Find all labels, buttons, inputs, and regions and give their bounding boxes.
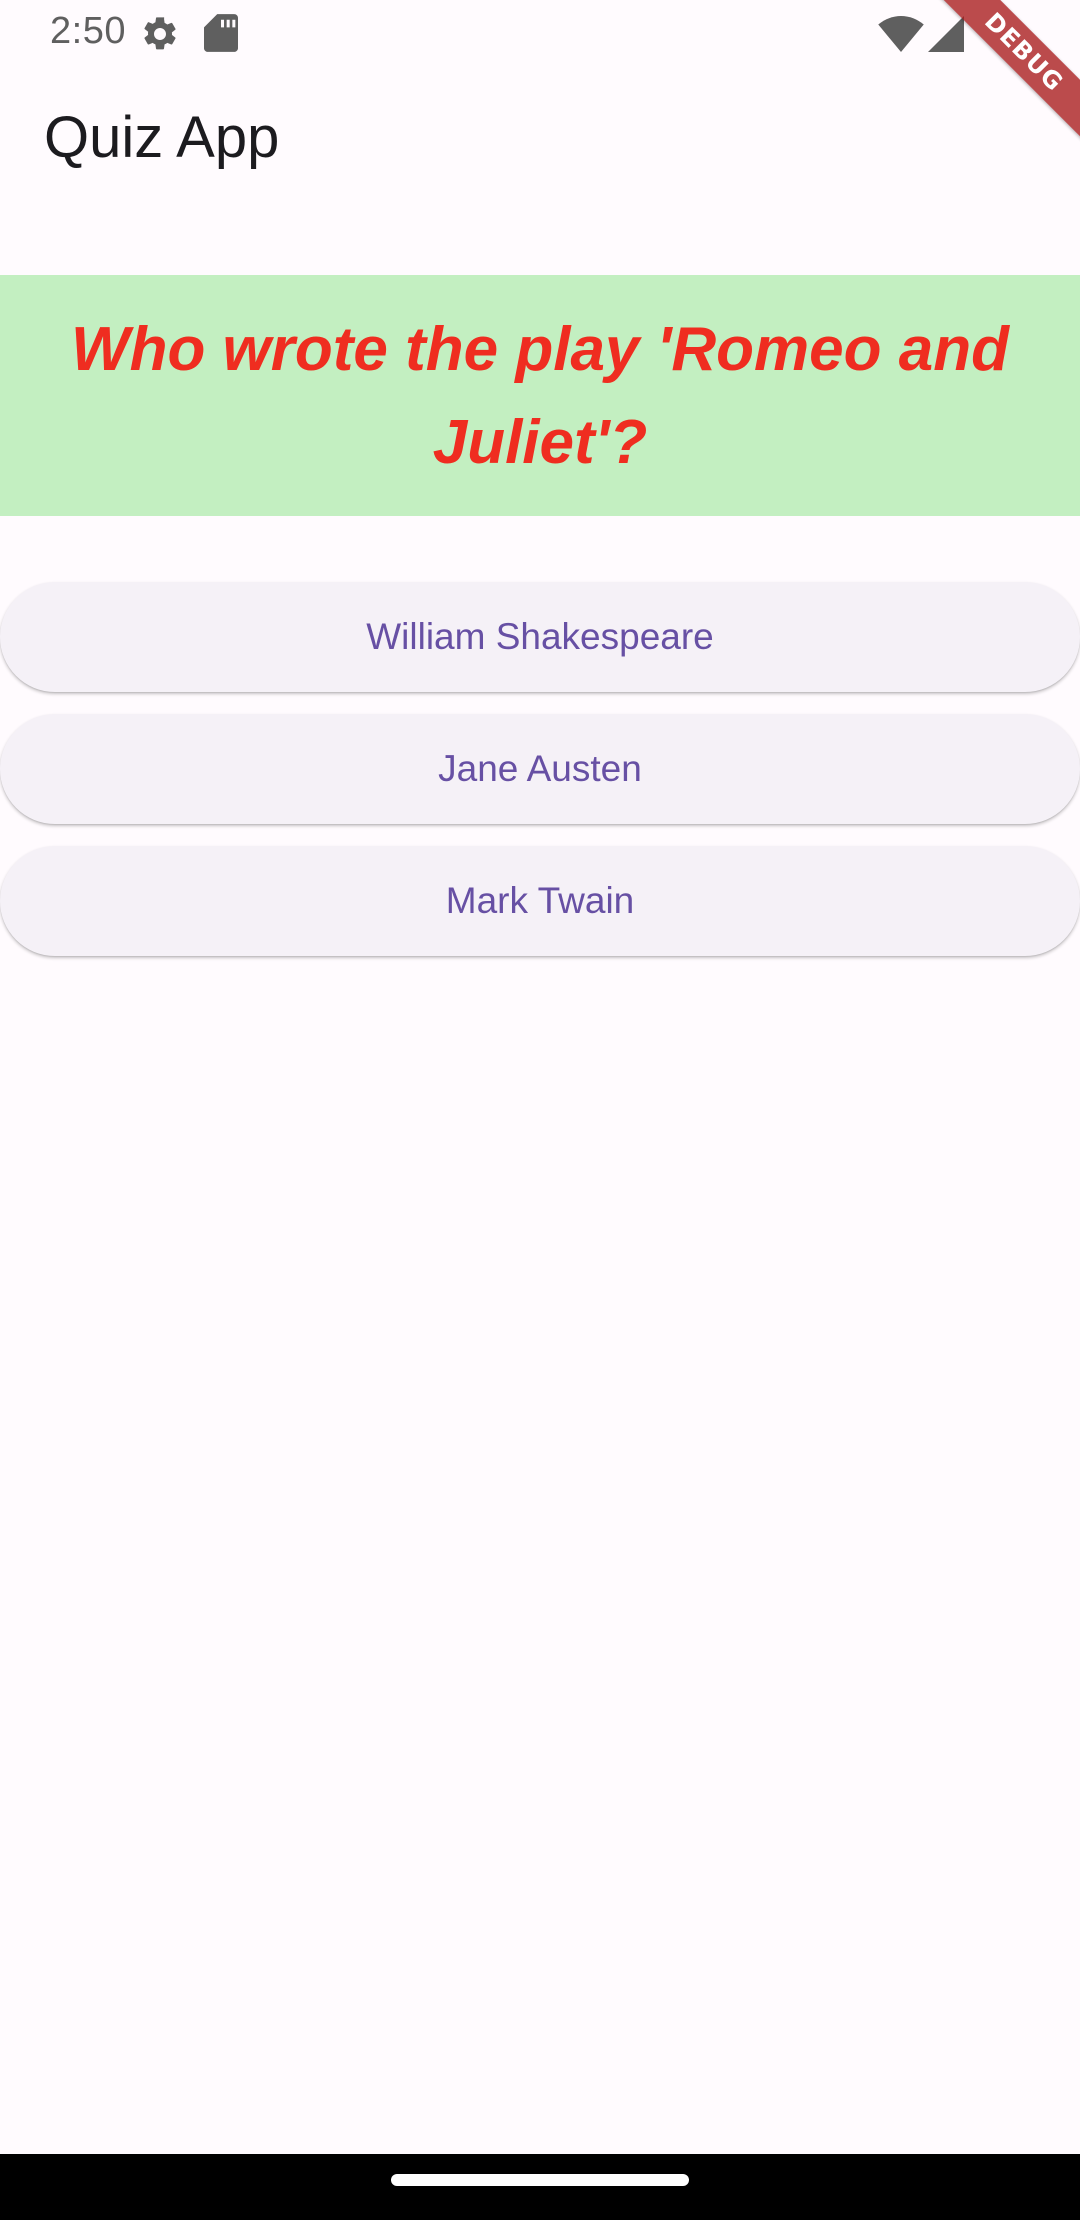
wifi-icon (878, 16, 924, 52)
status-bar: 2:50 (0, 0, 1080, 66)
answer-list: William Shakespeare Jane Austen Mark Twa… (0, 582, 1080, 978)
answer-button-mark-twain[interactable]: Mark Twain (0, 846, 1080, 956)
cellular-signal-icon (928, 16, 964, 52)
answer-button-jane-austen[interactable]: Jane Austen (0, 714, 1080, 824)
home-indicator[interactable] (391, 2174, 689, 2186)
question-text: Who wrote the play 'Romeo and Juliet'? (71, 314, 1009, 477)
status-time: 2:50 (50, 10, 126, 52)
question-card: Who wrote the play 'Romeo and Juliet'? (0, 275, 1080, 516)
answer-button-william-shakespeare[interactable]: William Shakespeare (0, 582, 1080, 692)
app-title: Quiz App (44, 105, 280, 170)
navigation-bar (0, 2154, 1080, 2220)
sd-card-icon (204, 14, 238, 52)
app-bar: Quiz App (0, 66, 1080, 220)
settings-gear-icon (144, 17, 176, 50)
